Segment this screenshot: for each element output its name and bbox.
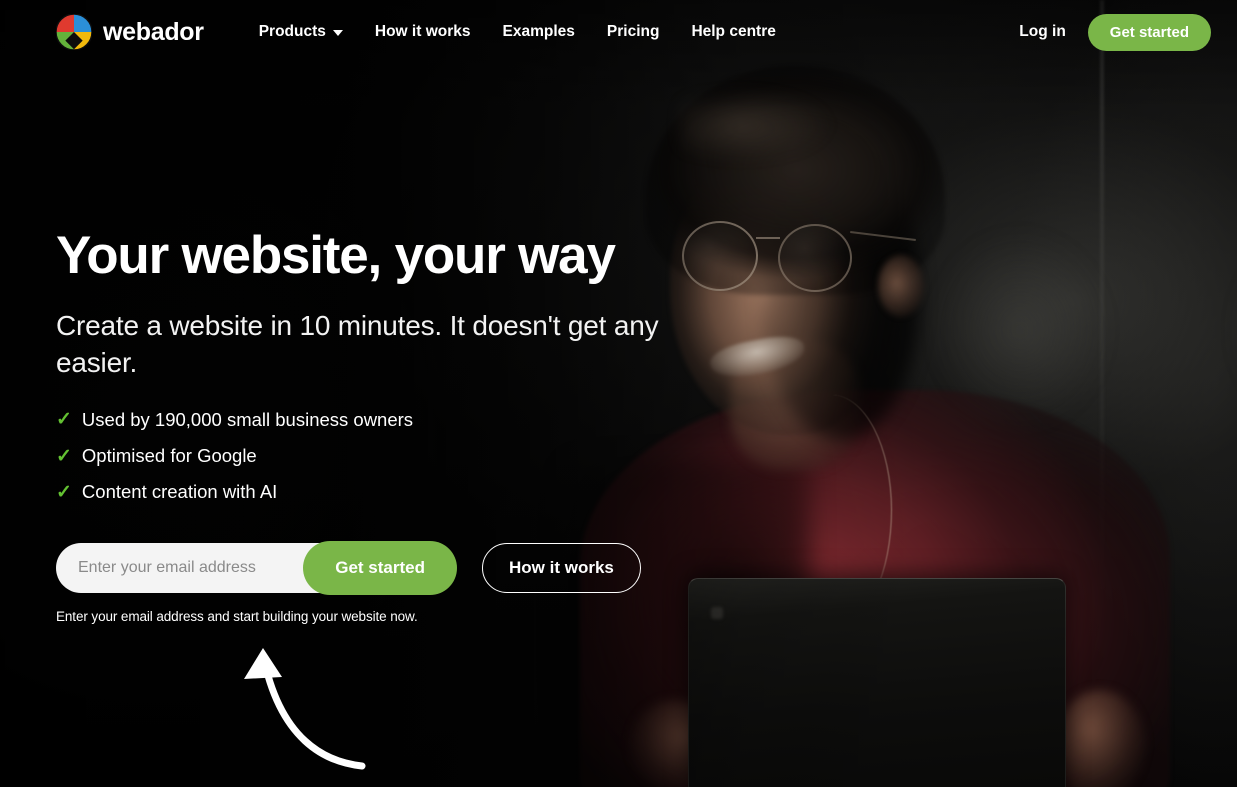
login-link[interactable]: Log in <box>1019 23 1066 41</box>
feature-text: Optimised for Google <box>81 444 257 466</box>
hero-feature-list: ✓ Used by 190,000 small business owners … <box>56 408 756 503</box>
page-title: Your website, your way <box>56 226 616 285</box>
nav-item-pricing-label: Pricing <box>606 23 660 40</box>
hero-subheadline: Create a website in 10 minutes. It doesn… <box>56 310 659 379</box>
header-actions: Log in Get started <box>1019 13 1211 51</box>
nav-item-products-label: Products <box>258 23 326 40</box>
feature-text: Content creation with AI <box>81 481 278 503</box>
nav-item-how-it-works[interactable]: How it works <box>375 23 471 41</box>
webador-landing-page: webador Products How it works Examples P… <box>0 0 1237 787</box>
email-input-wrapper: Get started <box>56 540 457 595</box>
brand-name: webador <box>103 17 204 46</box>
list-item: ✓ Optimised for Google <box>56 444 756 467</box>
nav-item-help-centre-label: Help centre <box>691 23 776 40</box>
list-item: ✓ Content creation with AI <box>56 481 756 503</box>
feature-text: Used by 190,000 small business owners <box>81 408 414 430</box>
webador-pinwheel-logo-icon <box>56 14 92 50</box>
hero-get-started-button[interactable]: Get started <box>303 540 457 595</box>
nav-item-examples-label: Examples <box>502 23 575 40</box>
how-it-works-button[interactable]: How it works <box>482 542 641 593</box>
site-header: webador Products How it works Examples P… <box>0 0 1237 64</box>
nav-item-how-it-works-label: How it works <box>374 23 471 40</box>
hero-content: Your website, your way Create a website … <box>56 228 756 624</box>
chevron-down-icon <box>332 30 343 36</box>
brand-logo-link[interactable]: webador <box>56 14 204 50</box>
nav-item-help-centre[interactable]: Help centre <box>691 23 775 41</box>
check-icon: ✓ <box>56 409 72 431</box>
curved-up-arrow-icon <box>244 648 366 770</box>
nav-item-examples[interactable]: Examples <box>503 23 575 41</box>
nav-item-products[interactable]: Products <box>259 23 343 41</box>
check-icon: ✓ <box>56 445 72 467</box>
signup-form: Get started How it works <box>56 540 756 595</box>
nav-item-pricing[interactable]: Pricing <box>607 23 660 41</box>
check-icon: ✓ <box>56 481 72 503</box>
main-navigation: Products How it works Examples Pricing H… <box>259 23 776 41</box>
header-get-started-button[interactable]: Get started <box>1087 13 1211 51</box>
list-item: ✓ Used by 190,000 small business owners <box>56 408 756 431</box>
form-hint-text: Enter your email address and start build… <box>56 608 418 624</box>
